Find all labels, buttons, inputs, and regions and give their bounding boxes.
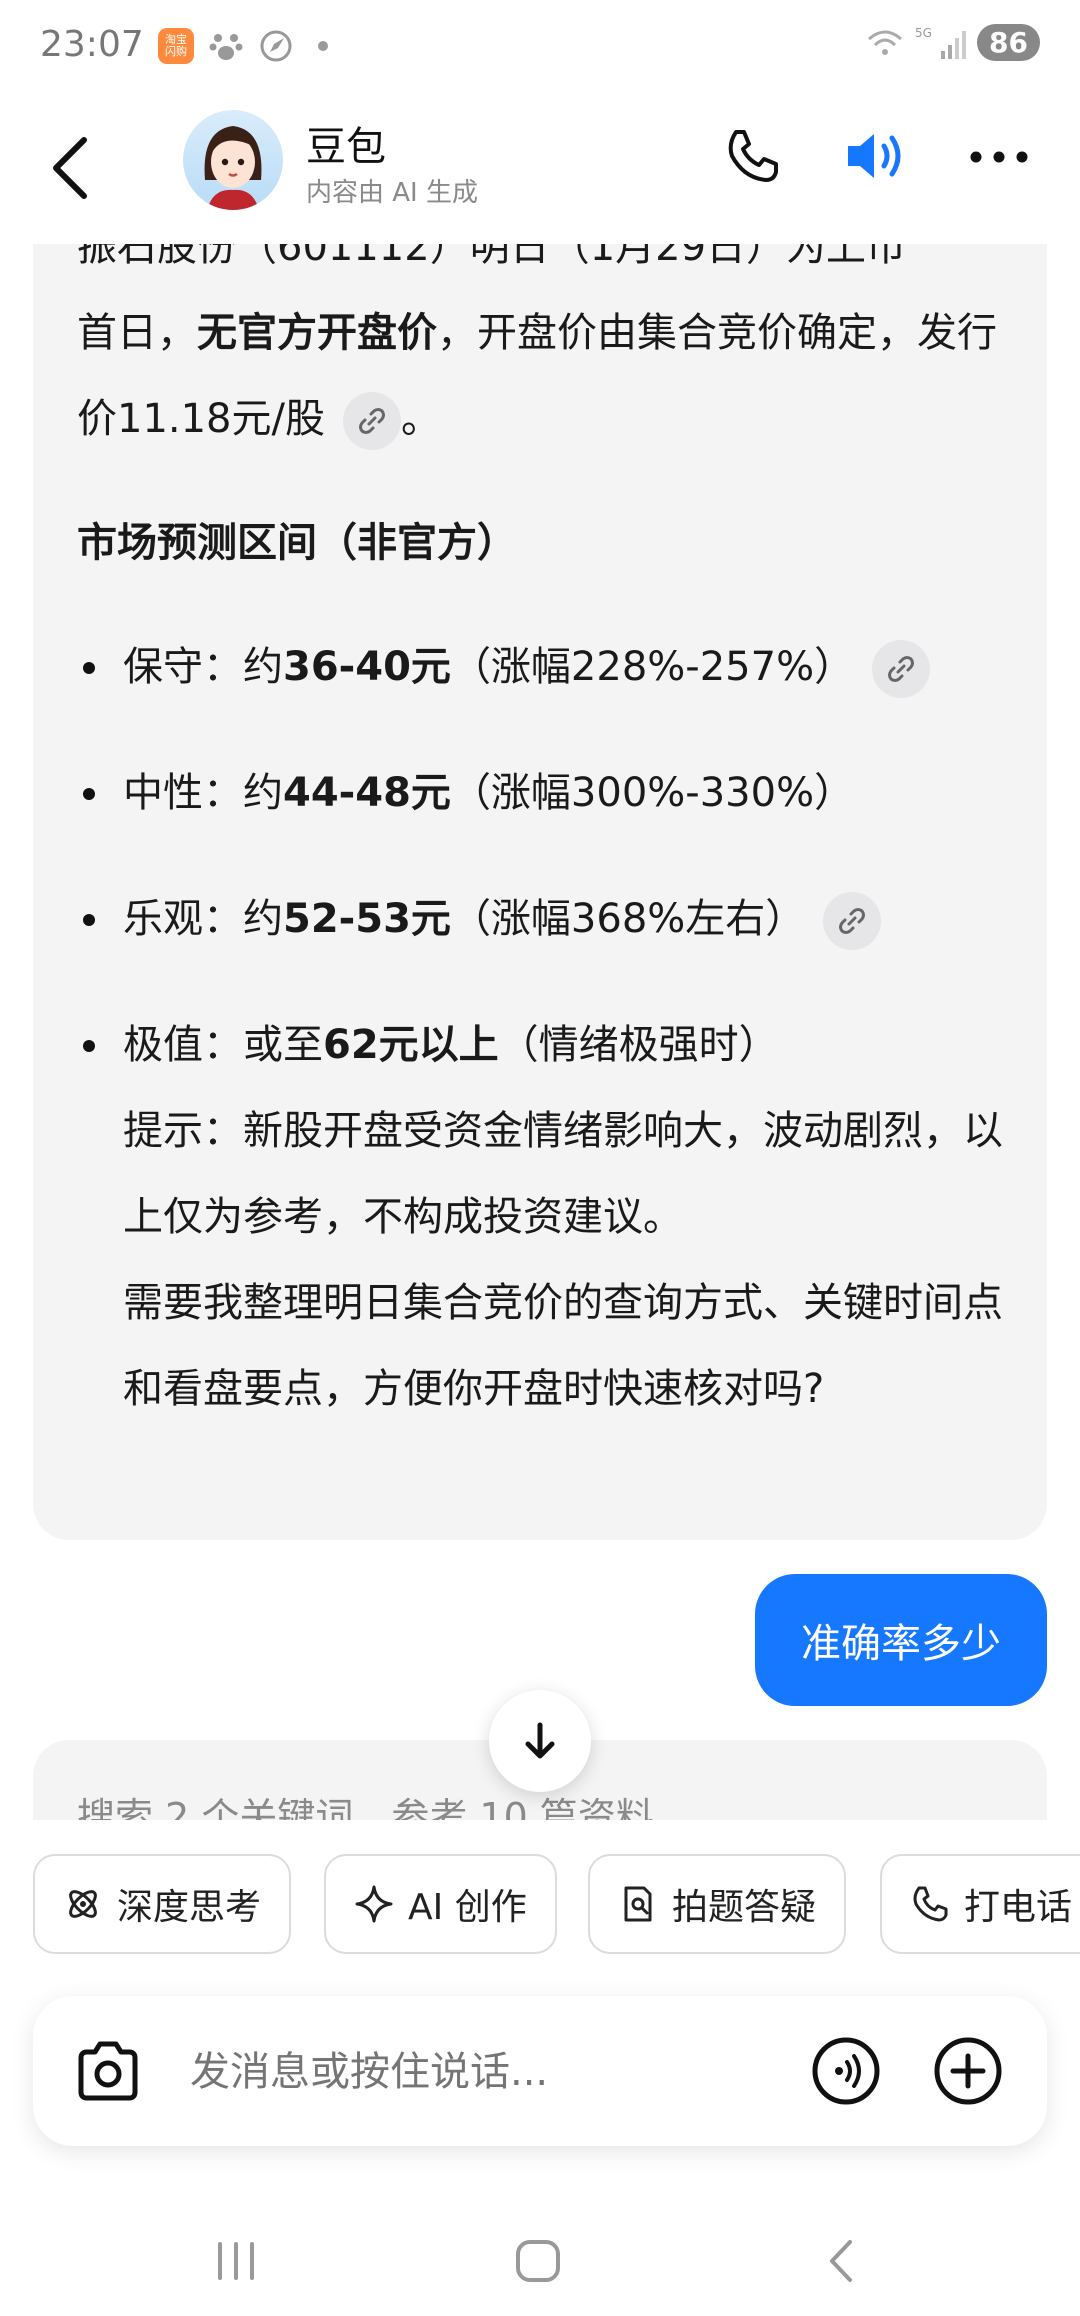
intro-bold: 无官方开盘价: [197, 310, 437, 356]
avatar[interactable]: [183, 110, 283, 210]
bot-message-bubble: 振石股份（601112）明日（1月29日）为上市 首日，无官方开盘价，开盘价由集…: [33, 244, 1047, 1540]
deep-think-button[interactable]: 深度思考: [33, 1854, 292, 1954]
deep-think-label: 深度思考: [117, 1887, 262, 1928]
message-input-bar: [33, 1996, 1047, 2146]
sparkle-icon: [355, 1885, 393, 1923]
voice-input-button[interactable]: [811, 2036, 881, 2106]
user-message-bubble: 准确率多少: [755, 1574, 1047, 1706]
followup-text: 需要我整理明日集合竞价的查询方式、关键时间点和看盘要点，方便你开盘时快速核对吗?: [123, 1280, 1003, 1412]
link-icon: [359, 408, 385, 434]
item-value: 52-53元: [283, 896, 451, 942]
compass-icon: [260, 30, 292, 62]
message-intro: 振石股份（601112）明日（1月29日）为上市 首日，无官方开盘价，开盘价由集…: [77, 244, 1017, 462]
intro-end: 。: [401, 396, 441, 442]
atom-icon: [69, 1890, 97, 1918]
add-attachment-button[interactable]: [933, 2036, 1003, 2106]
reference-link-chip[interactable]: [872, 640, 931, 698]
status-time: 23:07: [40, 24, 144, 65]
wifi-icon: [868, 30, 903, 55]
phone-call-button[interactable]: [722, 126, 782, 186]
chat-area[interactable]: 振石股份（601112）明日（1月29日）为上市 首日，无官方开盘价，开盘价由集…: [0, 244, 1080, 1820]
doubao-avatar-icon: [204, 126, 262, 210]
arrow-down-icon: [525, 1722, 555, 1759]
notification-icons: 淘宝 闪购: [158, 28, 328, 64]
system-navigation-bar: [0, 2200, 1080, 2316]
bot-message-text: 振石股份（601112）明日（1月29日）为上市 首日，无官方开盘价，开盘价由集…: [77, 244, 1017, 1472]
ai-create-label: AI 创作: [408, 1887, 527, 1928]
item-value: 62元以上: [323, 1022, 499, 1068]
search-references-text: 搜索 2 个关键词，参考 10 篇资料: [77, 1795, 654, 1820]
item-rest: （情绪极强时）: [498, 1022, 779, 1068]
link-icon: [839, 908, 866, 934]
quick-actions-bar: 深度思考 AI 创作 拍题答疑 打电话: [0, 1820, 1080, 1966]
item-label: 乐观：约: [123, 896, 283, 942]
status-right: 5G 86: [865, 24, 1040, 61]
signal-icon: 5G: [915, 26, 967, 59]
chat-header: 豆包 内容由 AI 生成: [0, 96, 1080, 244]
battery-badge: 86: [977, 24, 1040, 61]
item-rest: （涨幅300%-330%）: [450, 770, 855, 816]
phone-icon: [913, 1886, 948, 1922]
item-rest: （涨幅228%-257%）: [450, 644, 855, 690]
bot-name: 豆包: [306, 124, 386, 170]
document-search-icon: [624, 1886, 652, 1922]
photo-question-button[interactable]: 拍题答疑: [588, 1854, 847, 1954]
reference-link-chip[interactable]: [823, 892, 882, 950]
intro-text-1: 首日，: [77, 310, 197, 356]
phone-call-action-button[interactable]: 打电话: [880, 1854, 1080, 1954]
baidu-paw-icon: [209, 34, 243, 60]
item-label: 保守：约: [123, 644, 283, 690]
reference-link-chip[interactable]: [343, 392, 401, 450]
network-type-text: 5G: [915, 26, 932, 40]
recent-apps-button[interactable]: [206, 2236, 266, 2286]
home-button[interactable]: [508, 2236, 568, 2286]
taobao-app-icon: 淘宝 闪购: [158, 28, 194, 64]
item-value: 36-40元: [283, 644, 451, 690]
more-notifications-dot: [318, 41, 328, 51]
section-title: 市场预测区间（非官方）: [77, 520, 517, 566]
forecast-item-extreme: 极值：或至62元以上（情绪极强时） 提示：新股开盘受资金情绪影响大，波动剧烈，以…: [77, 1002, 1017, 1432]
scroll-to-bottom-button[interactable]: [489, 1690, 591, 1792]
tip-text: 提示：新股开盘受资金情绪影响大，波动剧烈，以上仅为参考，不构成投资建议。: [123, 1108, 1003, 1240]
speaker-button[interactable]: [842, 126, 908, 186]
photo-question-label: 拍题答疑: [672, 1887, 817, 1928]
forecast-item-conservative: 保守：约36-40元（涨幅228%-257%）: [77, 624, 1017, 710]
forecast-list: 保守：约36-40元（涨幅228%-257%） 中性：约44-48元（涨幅300…: [77, 624, 1017, 1432]
link-icon: [888, 656, 915, 682]
ai-disclaimer: 内容由 AI 生成: [306, 178, 478, 208]
system-back-button[interactable]: [812, 2236, 872, 2286]
back-button[interactable]: [44, 128, 104, 208]
ai-create-button[interactable]: AI 创作: [324, 1854, 557, 1954]
more-options-button[interactable]: [966, 142, 1032, 172]
message-input[interactable]: [188, 2036, 712, 2108]
item-rest: （涨幅368%左右）: [450, 896, 806, 942]
phone-call-label: 打电话: [964, 1887, 1073, 1928]
camera-button[interactable]: [75, 2040, 141, 2102]
item-label: 中性：约: [123, 770, 283, 816]
forecast-item-neutral: 中性：约44-48元（涨幅300%-330%）: [77, 750, 1017, 836]
status-bar: 23:07 淘宝 闪购 5G 86: [0, 0, 1080, 96]
item-value: 44-48元: [283, 770, 451, 816]
intro-line-top: 振石股份（601112）明日（1月29日）为上市: [77, 244, 907, 270]
item-label: 极值：或至: [123, 1022, 323, 1068]
forecast-item-optimistic: 乐观：约52-53元（涨幅368%左右）: [77, 876, 1017, 962]
